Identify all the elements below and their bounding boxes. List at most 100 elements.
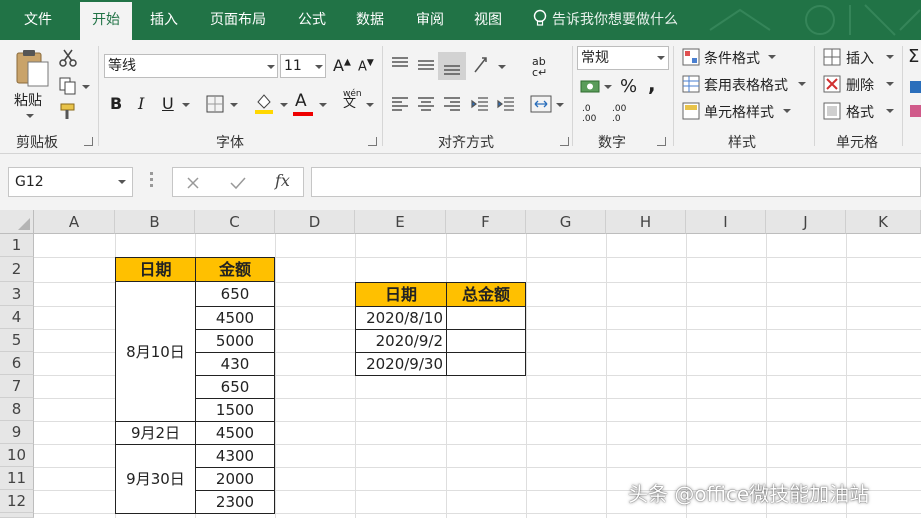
number-format-select[interactable]: 常规: [577, 46, 669, 70]
insert-cells-button[interactable]: 插入: [846, 48, 874, 68]
align-right-icon[interactable]: [442, 96, 462, 112]
tab-review[interactable]: 审阅: [406, 0, 454, 40]
table1-amount-cell[interactable]: 430: [195, 352, 275, 376]
autosum-icon[interactable]: Σ: [908, 46, 919, 67]
row-header-12[interactable]: 12: [0, 490, 34, 513]
percent-style-button[interactable]: %: [620, 76, 637, 97]
format-dropdown-icon[interactable]: [886, 109, 894, 113]
cut-icon[interactable]: [58, 48, 78, 68]
row-header-2[interactable]: 2: [0, 257, 34, 282]
table1-amount-cell[interactable]: 2300: [195, 490, 275, 514]
row-header-11[interactable]: 11: [0, 467, 34, 490]
column-header-k[interactable]: K: [846, 210, 921, 234]
format-cells-icon[interactable]: [823, 102, 841, 120]
align-left-icon[interactable]: [390, 96, 410, 112]
column-header-d[interactable]: D: [275, 210, 355, 234]
row-header-1[interactable]: 1: [0, 234, 34, 257]
row-header-13[interactable]: [0, 513, 34, 518]
column-header-g[interactable]: G: [526, 210, 606, 234]
font-launcher-icon[interactable]: [368, 137, 377, 146]
fill-color-icon[interactable]: [253, 92, 275, 114]
table1-amount-cell[interactable]: 650: [195, 281, 275, 307]
increase-indent-icon[interactable]: [496, 96, 516, 112]
table1-amount-cell[interactable]: 2000: [195, 467, 275, 491]
format-as-table-icon[interactable]: [682, 75, 700, 93]
table1-amount-cell[interactable]: 650: [195, 375, 275, 399]
merge-center-icon[interactable]: [530, 94, 552, 114]
align-middle-icon[interactable]: [416, 56, 436, 74]
format-painter-icon[interactable]: [58, 102, 78, 122]
table2-total-cell[interactable]: [446, 352, 526, 376]
table1-amount-cell[interactable]: 1500: [195, 398, 275, 422]
table2-date-cell[interactable]: 2020/9/30: [355, 352, 447, 376]
orientation-dropdown-icon[interactable]: [498, 65, 506, 69]
enter-icon[interactable]: [229, 175, 247, 191]
cell-styles-icon[interactable]: [682, 102, 700, 120]
paste-dropdown-icon[interactable]: [26, 114, 34, 118]
increase-decimal-button[interactable]: .0.00: [582, 104, 596, 124]
tab-home[interactable]: 开始: [80, 2, 132, 40]
row-header-7[interactable]: 7: [0, 375, 34, 398]
row-header-9[interactable]: 9: [0, 421, 34, 444]
bold-button[interactable]: B: [110, 94, 122, 113]
borders-dropdown-icon[interactable]: [230, 103, 238, 107]
merge-dropdown-icon[interactable]: [556, 103, 564, 107]
table2-date-cell[interactable]: 2020/9/2: [355, 329, 447, 353]
column-header-j[interactable]: J: [766, 210, 846, 234]
table1-amount-cell[interactable]: 5000: [195, 329, 275, 353]
font-color-button[interactable]: A: [295, 91, 307, 111]
table1-amount-cell[interactable]: 4300: [195, 444, 275, 468]
underline-button[interactable]: U: [162, 94, 174, 113]
conditional-formatting-icon[interactable]: [682, 48, 700, 66]
row-header-5[interactable]: 5: [0, 329, 34, 352]
table1-amount-cell[interactable]: 4500: [195, 306, 275, 330]
decrease-font-icon[interactable]: A▼: [358, 58, 374, 74]
underline-dropdown-icon[interactable]: [182, 103, 190, 107]
insert-dropdown-icon[interactable]: [886, 55, 894, 59]
fill-icon[interactable]: [909, 80, 921, 94]
clipboard-launcher-icon[interactable]: [84, 137, 93, 146]
tab-file[interactable]: 文件: [8, 0, 68, 40]
font-color-dropdown-icon[interactable]: [319, 103, 327, 107]
column-header-c[interactable]: C: [195, 210, 275, 234]
tab-page-layout[interactable]: 页面布局: [200, 0, 276, 40]
row-header-4[interactable]: 4: [0, 306, 34, 329]
comma-style-button[interactable]: ,: [648, 72, 656, 96]
table2-total-cell[interactable]: [446, 306, 526, 330]
row-header-10[interactable]: 10: [0, 444, 34, 467]
conditional-formatting-button[interactable]: 条件格式: [704, 48, 760, 68]
tab-data[interactable]: 数据: [346, 0, 394, 40]
accounting-format-icon[interactable]: [580, 78, 602, 96]
format-as-table-button[interactable]: 套用表格格式: [704, 75, 788, 95]
decrease-decimal-button[interactable]: .00.0: [612, 104, 626, 124]
tell-me-search[interactable]: 告诉我你想要做什么: [532, 0, 678, 40]
insert-function-button[interactable]: fx: [275, 171, 290, 190]
table1-header-amount[interactable]: 金额: [195, 257, 275, 282]
delete-dropdown-icon[interactable]: [886, 82, 894, 86]
row-header-6[interactable]: 6: [0, 352, 34, 375]
phonetic-dropdown-icon[interactable]: [366, 103, 374, 107]
clear-icon[interactable]: [909, 104, 921, 118]
select-all-corner[interactable]: [0, 210, 34, 234]
table1-date-cell[interactable]: 8月10日: [115, 281, 196, 422]
cell-styles-dropdown-icon[interactable]: [783, 109, 791, 113]
fill-color-dropdown-icon[interactable]: [280, 103, 288, 107]
formula-input[interactable]: [311, 167, 921, 197]
table1-date-cell[interactable]: 9月30日: [115, 444, 196, 514]
wrap-text-icon[interactable]: ab c↵: [532, 56, 547, 78]
paste-button[interactable]: [14, 48, 50, 92]
align-top-icon[interactable]: [390, 56, 410, 74]
name-box-dropdown-icon[interactable]: [118, 180, 126, 184]
orientation-icon[interactable]: [472, 54, 494, 76]
table2-header-date[interactable]: 日期: [355, 282, 447, 307]
column-header-i[interactable]: I: [686, 210, 766, 234]
conditional-dropdown-icon[interactable]: [768, 55, 776, 59]
copy-icon[interactable]: [58, 76, 78, 96]
increase-font-icon[interactable]: A▲: [333, 56, 351, 75]
column-header-a[interactable]: A: [34, 210, 115, 234]
accounting-dropdown-icon[interactable]: [604, 85, 612, 89]
number-format-dropdown-icon[interactable]: [657, 56, 665, 60]
column-header-h[interactable]: H: [606, 210, 686, 234]
name-box[interactable]: G12: [8, 167, 133, 197]
tab-formulas[interactable]: 公式: [288, 0, 336, 40]
